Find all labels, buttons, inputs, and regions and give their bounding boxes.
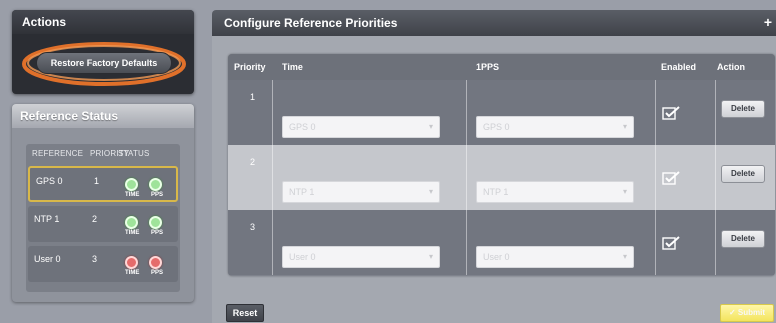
time-select[interactable]: User 0 ▾ bbox=[282, 246, 440, 268]
col-priority: Priority bbox=[234, 62, 266, 72]
reference-status-panel: Reference Status REFERENCE PRIORITY STAT… bbox=[12, 104, 194, 302]
col-enabled: Enabled bbox=[661, 62, 697, 72]
reference-row[interactable]: NTP 1 2 TIME PPS bbox=[28, 206, 178, 242]
pps-label: PPS bbox=[151, 192, 164, 198]
col-time: Time bbox=[282, 62, 303, 72]
enabled-checkbox-icon[interactable] bbox=[662, 106, 680, 120]
chevron-down-icon: ▾ bbox=[622, 122, 627, 131]
time-label: TIME bbox=[125, 270, 140, 276]
add-plus-icon[interactable]: + bbox=[764, 14, 772, 30]
pps-select-value: NTP 1 bbox=[483, 187, 509, 197]
time-status-indicator-icon bbox=[125, 256, 138, 269]
submit-button[interactable]: ✓ Submit bbox=[720, 304, 774, 322]
table-row: 2 NTP 1 ▾ NTP 1 ▾ Delete bbox=[228, 145, 775, 210]
reference-row[interactable]: GPS 0 1 TIME PPS bbox=[28, 166, 178, 202]
pps-status-indicator-icon bbox=[149, 216, 162, 229]
reference-name: NTP 1 bbox=[34, 214, 60, 224]
actions-panel: Actions Restore Factory Defaults bbox=[12, 10, 194, 94]
time-label: TIME bbox=[125, 230, 140, 236]
row-priority: 3 bbox=[250, 222, 256, 232]
time-select-value: User 0 bbox=[289, 252, 316, 262]
header-status: STATUS bbox=[118, 148, 150, 158]
reference-row[interactable]: User 0 3 TIME PPS bbox=[28, 246, 178, 282]
time-select-value: NTP 1 bbox=[289, 187, 315, 197]
time-label: TIME bbox=[125, 192, 140, 198]
table-row: 3 User 0 ▾ User 0 ▾ Delete bbox=[228, 210, 775, 275]
chevron-down-icon: ▾ bbox=[622, 187, 627, 196]
delete-button[interactable]: Delete bbox=[721, 100, 765, 118]
pps-status-indicator-icon bbox=[149, 178, 162, 191]
header-reference: REFERENCE bbox=[32, 148, 84, 158]
col-action: Action bbox=[717, 62, 745, 72]
reference-name: User 0 bbox=[34, 254, 61, 264]
chevron-down-icon: ▾ bbox=[428, 122, 433, 131]
row-priority: 2 bbox=[250, 157, 256, 167]
row-priority: 1 bbox=[250, 92, 256, 102]
time-select[interactable]: GPS 0 ▾ bbox=[282, 116, 440, 138]
reference-status-header: REFERENCE PRIORITY STATUS bbox=[26, 144, 180, 162]
delete-button[interactable]: Delete bbox=[721, 230, 765, 248]
pps-label: PPS bbox=[151, 270, 164, 276]
chevron-down-icon: ▾ bbox=[622, 252, 627, 261]
pps-label: PPS bbox=[151, 230, 164, 236]
reference-name: GPS 0 bbox=[36, 176, 63, 186]
reference-priority: 3 bbox=[92, 254, 98, 264]
chevron-down-icon: ▾ bbox=[428, 187, 433, 196]
actions-title: Actions bbox=[12, 10, 194, 34]
time-select-value: GPS 0 bbox=[289, 122, 316, 132]
reference-priority: 2 bbox=[92, 214, 98, 224]
priority-table: Priority Time 1PPS Enabled Action 1 GPS … bbox=[228, 54, 775, 276]
configure-footer: Reset ✓ Submit bbox=[212, 300, 776, 323]
pps-status-indicator-icon bbox=[149, 256, 162, 269]
priority-table-header: Priority Time 1PPS Enabled Action bbox=[228, 54, 775, 80]
pps-select[interactable]: GPS 0 ▾ bbox=[476, 116, 634, 138]
time-status-indicator-icon bbox=[125, 178, 138, 191]
chevron-down-icon: ▾ bbox=[428, 252, 433, 261]
restore-highlight: Restore Factory Defaults bbox=[20, 40, 188, 88]
reference-status-title: Reference Status bbox=[12, 104, 194, 128]
restore-factory-defaults-button[interactable]: Restore Factory Defaults bbox=[36, 52, 172, 74]
configure-panel: Configure Reference Priorities + Priorit… bbox=[212, 10, 776, 323]
pps-select[interactable]: User 0 ▾ bbox=[476, 246, 634, 268]
enabled-checkbox-icon[interactable] bbox=[662, 171, 680, 185]
time-select[interactable]: NTP 1 ▾ bbox=[282, 181, 440, 203]
configure-title: Configure Reference Priorities bbox=[212, 10, 776, 36]
pps-select-value: GPS 0 bbox=[483, 122, 510, 132]
table-row: 1 GPS 0 ▾ GPS 0 ▾ Delete bbox=[228, 80, 775, 145]
pps-select-value: User 0 bbox=[483, 252, 510, 262]
reset-button[interactable]: Reset bbox=[226, 304, 264, 322]
reference-priority: 1 bbox=[94, 176, 100, 186]
enabled-checkbox-icon[interactable] bbox=[662, 236, 680, 250]
col-1pps: 1PPS bbox=[476, 62, 500, 72]
reference-status-table: REFERENCE PRIORITY STATUS GPS 0 1 TIME P… bbox=[26, 144, 180, 292]
time-status-indicator-icon bbox=[125, 216, 138, 229]
delete-button[interactable]: Delete bbox=[721, 165, 765, 183]
pps-select[interactable]: NTP 1 ▾ bbox=[476, 181, 634, 203]
